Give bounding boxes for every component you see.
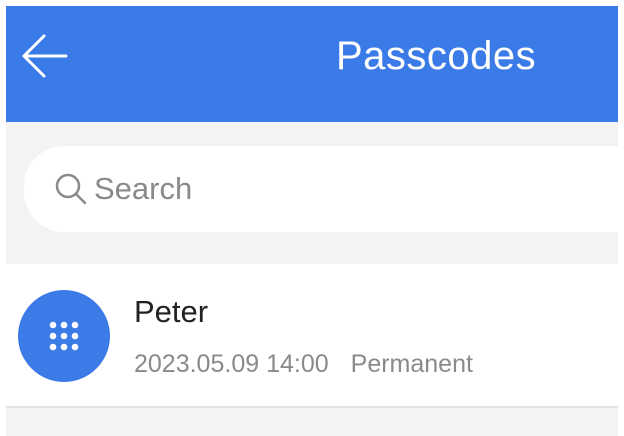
- passcode-datetime: 2023.05.09 14:00: [134, 350, 329, 378]
- passcode-type: Permanent: [350, 350, 473, 378]
- search-icon: [55, 173, 87, 205]
- search-area: Search: [6, 122, 618, 262]
- app-frame: Passcodes Search Peter 2023.05.09 14:00 P…: [6, 6, 618, 436]
- passcode-list-item[interactable]: Peter 2023.05.09 14:00 Permanent: [6, 264, 618, 406]
- header-bar: Passcodes: [6, 6, 618, 122]
- back-button[interactable]: [14, 26, 74, 86]
- search-placeholder: Search: [94, 171, 193, 206]
- list-divider: [6, 406, 618, 408]
- arrow-left-icon: [22, 34, 68, 78]
- page-title: Passcodes: [336, 34, 537, 78]
- keypad-icon: [49, 321, 79, 351]
- passcode-name: Peter: [134, 294, 209, 329]
- passcode-meta: 2023.05.09 14:00 Permanent: [134, 350, 473, 379]
- passcode-avatar: [18, 290, 110, 382]
- search-input[interactable]: Search: [24, 146, 618, 232]
